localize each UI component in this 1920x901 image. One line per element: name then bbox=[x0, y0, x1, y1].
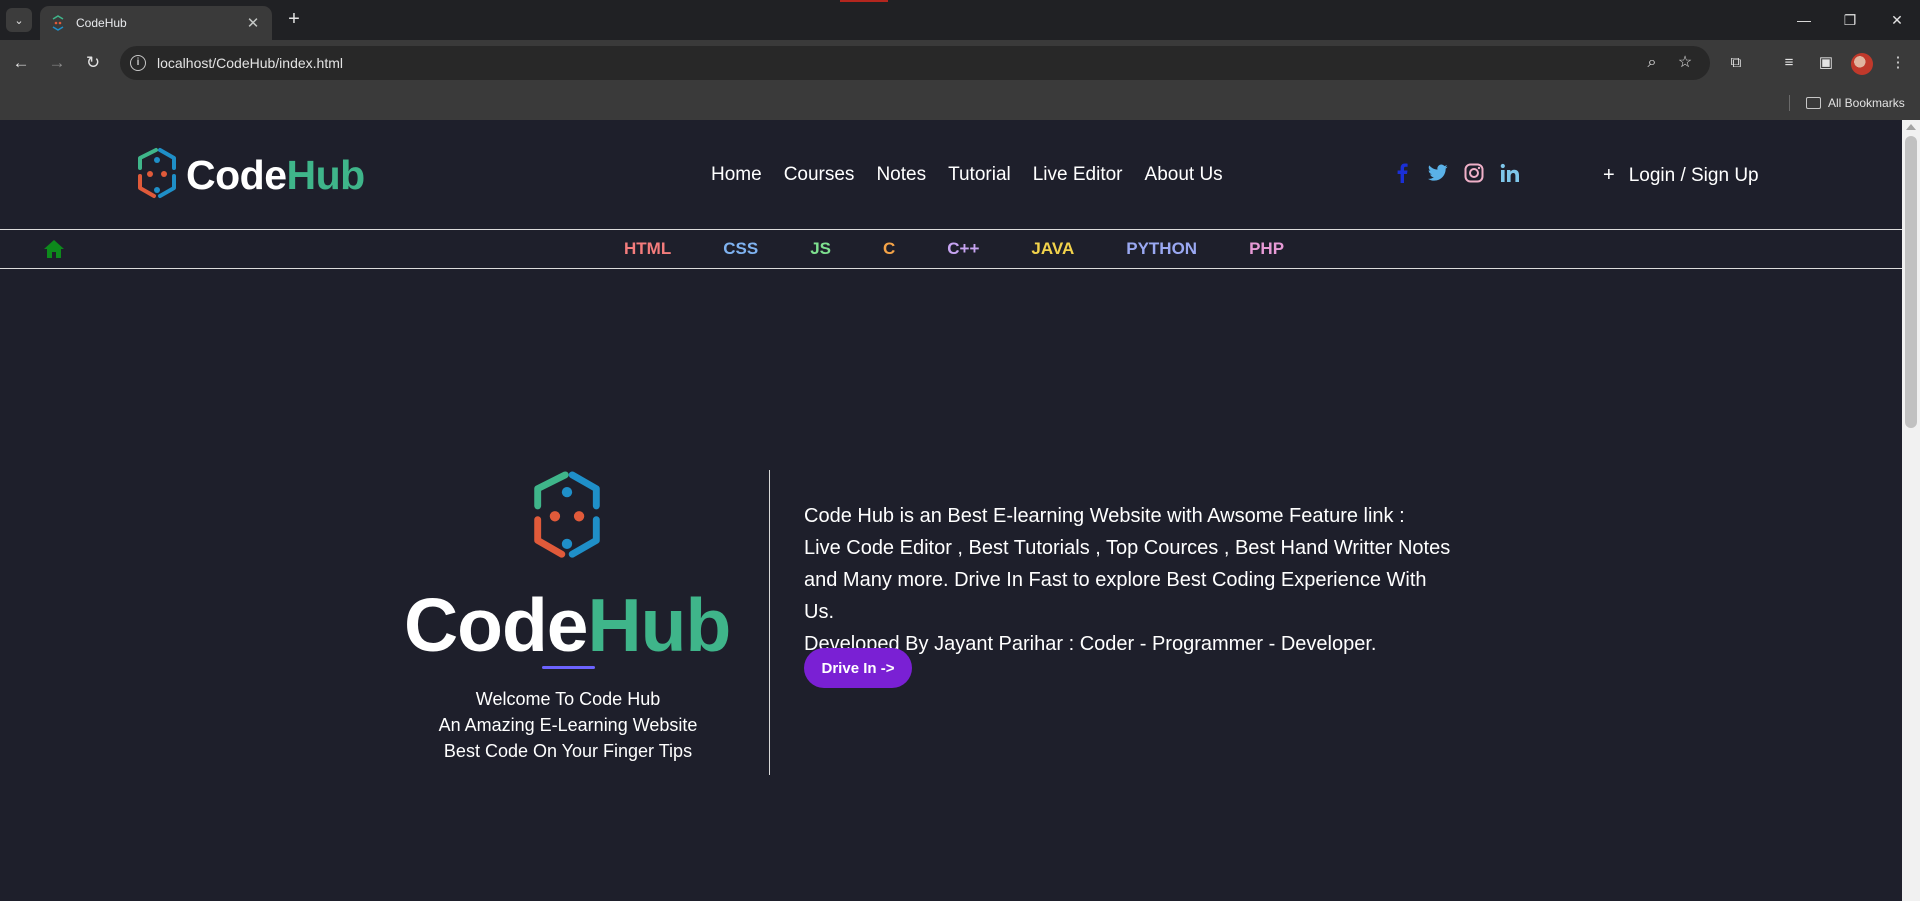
login-signup-link[interactable]: + Login / Sign Up bbox=[1603, 164, 1759, 187]
language-bar: HTML CSS JS C C++ JAVA PYTHON PHP bbox=[0, 229, 1902, 269]
about-line: Live Code Editor , Best Tutorials , Top … bbox=[804, 537, 1451, 559]
nav-live-editor[interactable]: Live Editor bbox=[1033, 164, 1123, 186]
address-bar[interactable]: i localhost/CodeHub/index.html ⌕ ☆ bbox=[120, 46, 1710, 80]
codehub-logo-icon bbox=[138, 148, 176, 198]
site-info-icon[interactable]: i bbox=[130, 55, 146, 71]
tab-search-button[interactable]: ⌄ bbox=[6, 8, 32, 32]
language-links: HTML CSS JS C C++ JAVA PYTHON PHP bbox=[624, 239, 1284, 259]
about-line: Developed By Jayant Parihar : Coder - Pr… bbox=[804, 633, 1377, 655]
plus-icon: + bbox=[1603, 164, 1615, 186]
tab-title: CodeHub bbox=[76, 16, 127, 30]
lang-link-python[interactable]: PYTHON bbox=[1126, 239, 1197, 259]
scroll-up-icon[interactable] bbox=[1906, 124, 1916, 130]
menu-kebab-icon[interactable]: ⋮ bbox=[1887, 52, 1909, 74]
all-bookmarks-label: All Bookmarks bbox=[1828, 96, 1905, 110]
about-text: Code Hub is an Best E-learning Website w… bbox=[804, 500, 1514, 660]
lang-link-js[interactable]: JS bbox=[810, 239, 831, 259]
hero-divider bbox=[769, 470, 770, 775]
forward-icon[interactable]: → bbox=[44, 50, 70, 76]
instagram-icon[interactable] bbox=[1464, 162, 1484, 184]
main-nav: Home Courses Notes Tutorial Live Editor … bbox=[711, 164, 1223, 186]
tagline-line: Best Code On Your Finger Tips bbox=[443, 741, 693, 761]
lang-link-php[interactable]: PHP bbox=[1249, 239, 1284, 259]
about-line: Code Hub is an Best E-learning Website w… bbox=[804, 505, 1405, 527]
tagline-line: An Amazing E-Learning Website bbox=[438, 715, 698, 735]
lang-link-cpp[interactable]: C++ bbox=[947, 239, 979, 259]
scrollbar-thumb[interactable] bbox=[1905, 136, 1917, 428]
brand-name: CodeHub bbox=[186, 151, 365, 198]
hero-codehub-logo-icon bbox=[534, 471, 600, 558]
nav-about-us[interactable]: About Us bbox=[1145, 164, 1223, 186]
home-icon[interactable] bbox=[43, 239, 65, 264]
reload-icon[interactable]: ↻ bbox=[80, 50, 106, 76]
lang-link-html[interactable]: HTML bbox=[624, 239, 671, 259]
browser-toolbar: ← → ↻ i localhost/CodeHub/index.html ⌕ ☆… bbox=[0, 40, 1920, 86]
media-control-icon[interactable]: ≡ bbox=[1778, 52, 1800, 74]
new-tab-icon[interactable]: + bbox=[282, 8, 306, 32]
lang-link-c[interactable]: C bbox=[883, 239, 895, 259]
nav-notes[interactable]: Notes bbox=[876, 164, 926, 186]
close-window-icon[interactable]: ✕ bbox=[1885, 8, 1909, 32]
hero-brand-name: CodeHub bbox=[404, 583, 731, 667]
browser-tab-strip: ⌄ CodeHub ✕ + — ❐ ✕ bbox=[0, 0, 1920, 40]
nav-courses[interactable]: Courses bbox=[784, 164, 855, 186]
lang-link-css[interactable]: CSS bbox=[723, 239, 758, 259]
twitter-icon[interactable] bbox=[1428, 162, 1448, 184]
about-line: and Many more. Drive In Fast to explore … bbox=[804, 569, 1427, 591]
facebook-icon[interactable] bbox=[1392, 162, 1412, 184]
bookmarks-bar: All Bookmarks bbox=[0, 86, 1920, 120]
linkedin-icon[interactable] bbox=[1500, 162, 1520, 184]
hero-tagline: Welcome To Code Hub An Amazing E-Learnin… bbox=[368, 686, 768, 764]
side-panel-icon[interactable]: ▣ bbox=[1815, 52, 1837, 74]
browser-tab[interactable]: CodeHub ✕ bbox=[40, 6, 272, 40]
all-bookmarks-button[interactable]: All Bookmarks bbox=[1806, 96, 1905, 110]
bookmark-star-icon[interactable]: ☆ bbox=[1675, 53, 1695, 73]
lang-link-java[interactable]: JAVA bbox=[1031, 239, 1074, 259]
site-logo[interactable]: CodeHub bbox=[134, 146, 365, 204]
nav-home[interactable]: Home bbox=[711, 164, 762, 186]
bookmarks-separator bbox=[1789, 95, 1790, 111]
back-icon[interactable]: ← bbox=[8, 50, 34, 76]
extensions-icon[interactable]: ⧉ bbox=[1725, 52, 1747, 74]
tagline-line: Welcome To Code Hub bbox=[475, 689, 661, 709]
folder-icon bbox=[1806, 97, 1821, 109]
page-scrollbar[interactable] bbox=[1902, 120, 1920, 901]
address-url[interactable]: localhost/CodeHub/index.html bbox=[157, 55, 343, 71]
page-content: CodeHub Home Courses Notes Tutorial Live… bbox=[0, 120, 1902, 901]
restore-icon[interactable]: ❐ bbox=[1838, 8, 1862, 32]
login-label: Login / Sign Up bbox=[1628, 164, 1759, 186]
codehub-favicon-icon bbox=[52, 15, 64, 31]
minimize-icon[interactable]: — bbox=[1792, 8, 1816, 32]
hero-underline bbox=[542, 666, 595, 669]
drive-in-button[interactable]: Drive In -> bbox=[804, 648, 912, 688]
zoom-icon[interactable]: ⌕ bbox=[1642, 53, 1662, 73]
about-line: Us. bbox=[804, 601, 834, 623]
nav-tutorial[interactable]: Tutorial bbox=[948, 164, 1011, 186]
profile-avatar[interactable] bbox=[1851, 53, 1873, 75]
social-links bbox=[1392, 162, 1520, 184]
close-tab-icon[interactable]: ✕ bbox=[244, 14, 262, 32]
recording-indicator bbox=[840, 0, 888, 2]
